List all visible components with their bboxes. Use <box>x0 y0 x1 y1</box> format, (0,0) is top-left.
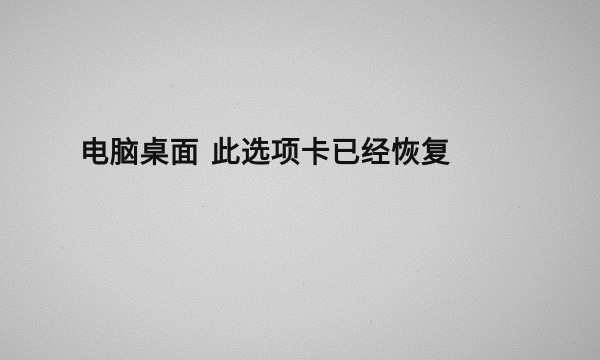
noise-texture <box>0 0 600 360</box>
background-image: 电脑桌面 此选项卡已经恢复 <box>0 0 600 360</box>
headline: 电脑桌面 此选项卡已经恢复 <box>80 135 452 169</box>
